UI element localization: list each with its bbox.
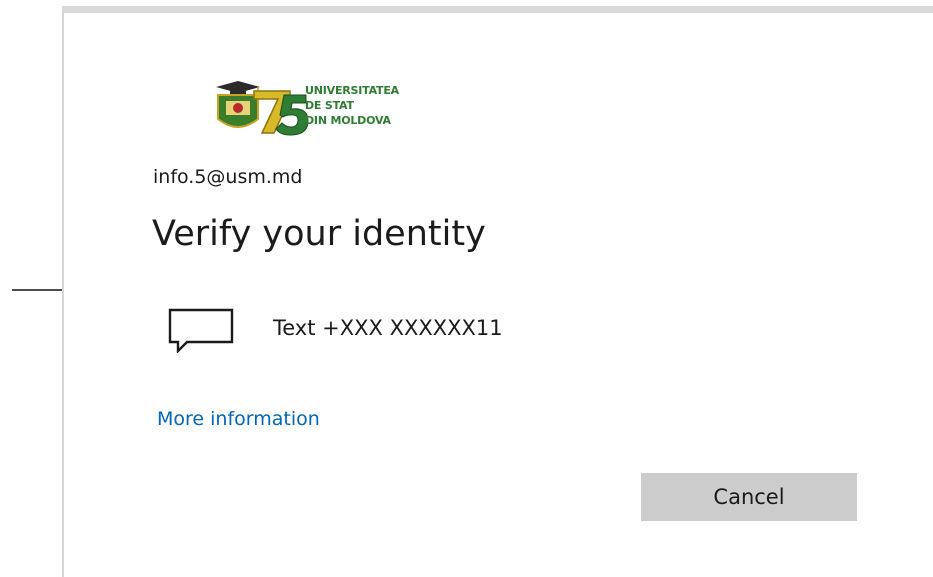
verification-method-label: Text +XXX XXXXXX11 (273, 316, 503, 340)
account-email: info.5@usm.md (153, 166, 303, 188)
logo-wordmark: UNIVERSITATEA DE STAT DIN MOLDOVA (305, 83, 399, 128)
logo-line-3: DIN MOLDOVA (305, 114, 391, 127)
cancel-button[interactable]: Cancel (641, 473, 857, 521)
page-title: Verify your identity (152, 214, 486, 254)
card-top-border (62, 6, 933, 13)
verification-method-text[interactable]: Text +XXX XXXXXX11 (160, 300, 660, 360)
more-information-link[interactable]: More information (157, 408, 320, 430)
logo-line-2: DE STAT (305, 99, 354, 112)
page: UNIVERSITATEA DE STAT DIN MOLDOVA info.5… (0, 0, 933, 577)
logo-line-1: UNIVERSITATEA (305, 84, 399, 97)
chat-bubble-icon (168, 308, 234, 353)
